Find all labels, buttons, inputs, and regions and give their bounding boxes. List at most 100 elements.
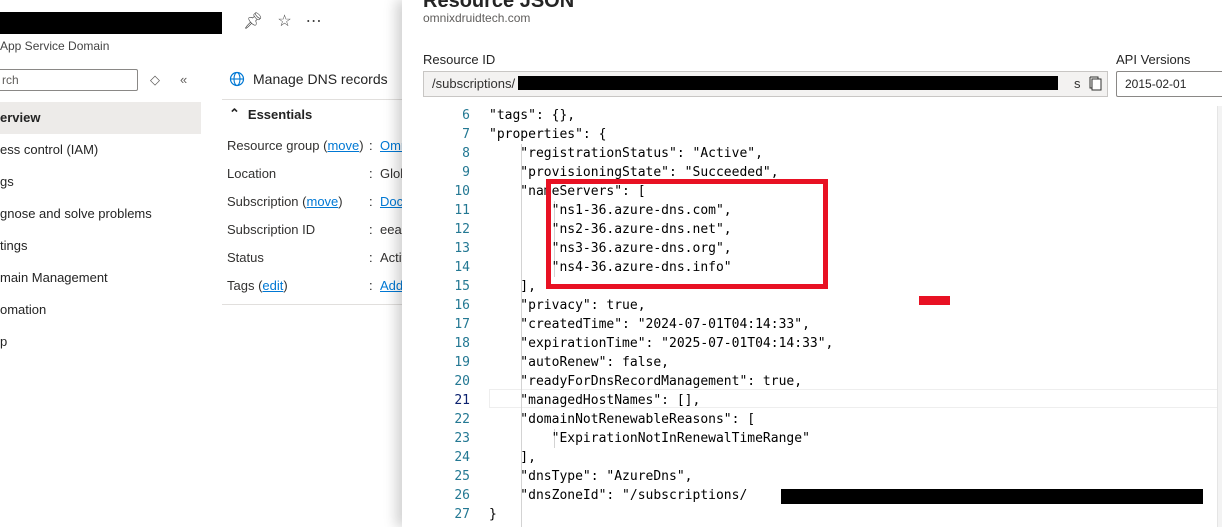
toolbar-divider: [222, 99, 402, 100]
nav-item-help[interactable]: p: [0, 326, 201, 358]
code-text: "managedHostNames": [],: [489, 393, 701, 408]
line-number: 9: [462, 165, 470, 180]
essentials-row: Subscription (move) : Doc: [227, 193, 404, 211]
move-link[interactable]: move: [307, 194, 339, 209]
resource-id-label: Resource ID: [423, 52, 496, 67]
line-number: 20: [454, 374, 470, 389]
code-line: 23 "ExpirationNotInRenewalTimeRange": [423, 429, 1222, 448]
line-number: 12: [454, 222, 470, 237]
search-tools: ◇ «: [150, 72, 187, 88]
copy-icon[interactable]: [1086, 74, 1106, 94]
nav-item-diagnose[interactable]: gnose and solve problems: [0, 198, 201, 230]
nav-item-domain-management[interactable]: main Management: [0, 262, 201, 294]
title-actions: 📌︎ ☆ ⋯: [243, 11, 322, 31]
essentials-toggle[interactable]: ⌃ Essentials: [229, 106, 312, 122]
resource-id-tail: s: [1074, 76, 1081, 91]
essentials-label: Tags (edit): [227, 278, 288, 293]
essentials-divider: [222, 304, 402, 305]
collapse-menu-icon[interactable]: «: [180, 72, 187, 88]
globe-icon: [229, 71, 245, 87]
essentials-row: Location : Glob: [227, 166, 408, 181]
essentials-row: Tags (edit) : Add: [227, 277, 404, 295]
code-text: "properties": {: [489, 127, 607, 142]
line-number: 19: [454, 355, 470, 370]
line-number: 22: [454, 412, 470, 427]
json-editor[interactable]: 6 "tags": {}, 7 "properties": { 8 "registrat…: [423, 106, 1222, 527]
code-line: 8 "registrationStatus": "Active",: [423, 144, 1222, 163]
code-line: 19 "autoRenew": false,: [423, 353, 1222, 372]
resource-type-subtitle: App Service Domain: [0, 39, 110, 53]
line-number: 26: [454, 488, 470, 503]
code-line: 7 "properties": {: [423, 125, 1222, 144]
code-text: "privacy": true,: [489, 298, 646, 313]
menu-search-input[interactable]: rch: [0, 69, 138, 91]
favorite-star-icon[interactable]: ☆: [277, 11, 291, 31]
nav-item-settings[interactable]: tings: [0, 230, 201, 262]
code-text: "createdTime": "2024-07-01T04:14:33",: [489, 317, 810, 332]
code-text: "dnsZoneId": "/subscriptions/: [489, 488, 748, 503]
line-number: 25: [454, 469, 470, 484]
code-text: "dnsType": "AzureDns",: [489, 469, 693, 484]
line-number: 11: [454, 203, 470, 218]
line-number: 14: [454, 260, 470, 275]
line-number: 23: [454, 431, 470, 446]
code-text: ],: [489, 279, 536, 294]
line-number: 24: [454, 450, 470, 465]
line-number: 8: [462, 146, 470, 161]
manage-dns-records-label: Manage DNS records: [253, 71, 388, 87]
pin-icon[interactable]: 📌︎: [243, 11, 263, 31]
code-text: "autoRenew": false,: [489, 355, 670, 370]
line-number: 18: [454, 336, 470, 351]
code-text: }: [489, 507, 497, 522]
more-options-icon[interactable]: ⋯: [306, 11, 322, 31]
code-line: 18 "expirationTime": "2025-07-01T04:14:3…: [423, 334, 1222, 353]
code-line: 20 "readyForDnsRecordManagement": true,: [423, 372, 1222, 391]
code-line: 21 "managedHostNames": [],: [423, 391, 1222, 410]
essentials-label: Resource group (move): [227, 138, 364, 153]
api-version-value: 2015-02-01: [1125, 77, 1187, 91]
code-text: ],: [489, 450, 536, 465]
nav-item-automation[interactable]: omation: [0, 294, 201, 326]
line-number: 17: [454, 317, 470, 332]
line-number: 6: [462, 108, 470, 123]
code-line: 25 "dnsType": "AzureDns",: [423, 467, 1222, 486]
essentials-label: Subscription (move): [227, 194, 343, 209]
add-tags-link[interactable]: Add: [380, 277, 403, 295]
code-text: "registrationStatus": "Active",: [489, 146, 763, 161]
code-line: 22 "domainNotRenewableReasons": [: [423, 410, 1222, 429]
resource-id-prefix: /subscriptions/: [432, 76, 516, 91]
line-number: 27: [454, 507, 470, 522]
line-number: 21: [454, 393, 470, 408]
move-link[interactable]: move: [327, 138, 359, 153]
line-number: 7: [462, 127, 470, 142]
resource-blade: 📌︎ ☆ ⋯ App Service Domain rch ◇ « erview…: [0, 0, 409, 527]
redacted-dns-zone-id: [781, 489, 1203, 504]
filter-icon[interactable]: ◇: [150, 72, 160, 88]
nav-item-access-control[interactable]: ess control (IAM): [0, 134, 201, 166]
panel-subtitle: omnixdruidtech.com: [423, 11, 531, 25]
essentials-title: Essentials: [247, 106, 313, 122]
manage-dns-records-button[interactable]: Manage DNS records: [229, 71, 388, 87]
chevron-up-icon: ⌃: [229, 106, 240, 121]
code-line: 24 ],: [423, 448, 1222, 467]
api-versions-label: API Versions: [1116, 52, 1191, 67]
code-line: 17 "createdTime": "2024-07-01T04:14:33",: [423, 315, 1222, 334]
line-number: 16: [454, 298, 470, 313]
line-number: 15: [454, 279, 470, 294]
redacted-resource-id: [518, 76, 1058, 90]
red-annotation-mark: [919, 296, 950, 305]
subscription-link[interactable]: Doc: [380, 193, 403, 211]
code-text: "expirationTime": "2025-07-01T04:14:33",: [489, 336, 834, 351]
resource-id-field[interactable]: /subscriptions/ s: [423, 71, 1108, 97]
api-version-select[interactable]: 2015-02-01 ⌄: [1116, 71, 1222, 97]
essentials-row: Subscription ID : eeaa: [227, 222, 409, 237]
name-servers-highlight-box: [546, 179, 828, 289]
nav-item-overview[interactable]: erview: [0, 102, 201, 134]
line-number: 13: [454, 241, 470, 256]
nav-item-tags[interactable]: gs: [0, 166, 201, 198]
code-text: "readyForDnsRecordManagement": true,: [489, 374, 803, 389]
redacted-resource-name: [0, 12, 222, 34]
code-text: "tags": {},: [489, 108, 576, 123]
edit-tags-link[interactable]: edit: [262, 278, 283, 293]
essentials-label: Location: [227, 166, 277, 181]
